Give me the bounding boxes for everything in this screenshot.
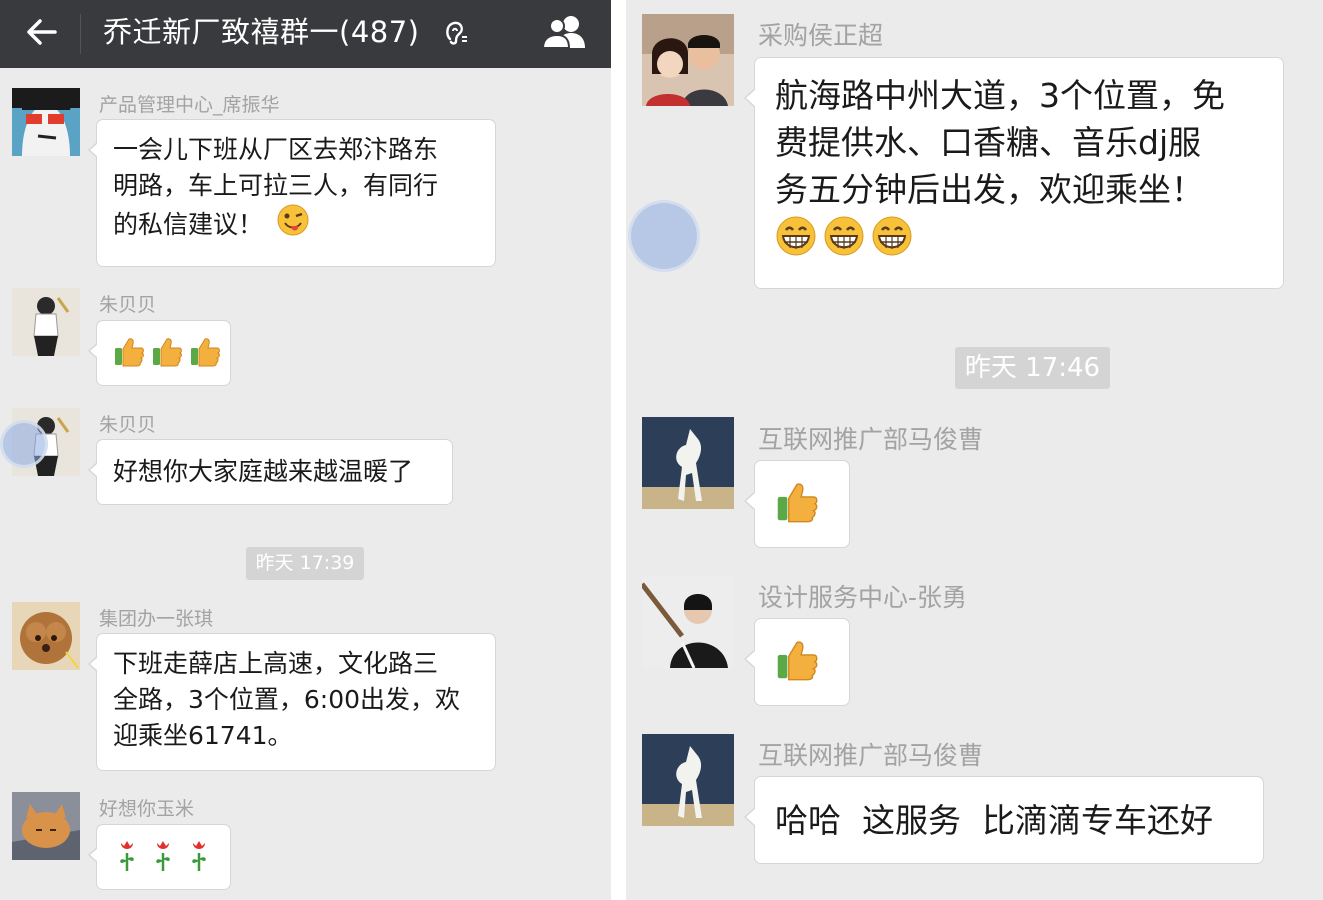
sender-name: 设计服务中心-张勇 [758, 583, 968, 612]
message-text-line: 费提供水、口香糖、音乐dj服 [775, 123, 1202, 162]
message-text: 好想你大家庭越来越温暖了 [113, 457, 414, 486]
message-bubble[interactable]: 好想你大家庭越来越温暖了 [88, 439, 453, 505]
message-bubble[interactable]: 哈哈 这服务 比滴滴专车还好 [744, 776, 1264, 864]
sender-name: 朱贝贝 [99, 414, 157, 436]
sender-name: 产品管理中心_席振华 [99, 94, 280, 116]
message-text-line: 下班走薛店上高速，文化路三 [113, 649, 439, 678]
sender-name: 好想你玉米 [99, 798, 195, 820]
avatar[interactable] [12, 288, 80, 356]
message-text-line: 的私信建议！ [113, 210, 264, 239]
grinning-face-emoji [775, 215, 817, 257]
chat-header: 乔迁新厂致禧群一(487) [0, 0, 611, 68]
winking-tongue-face-emoji [277, 204, 309, 246]
thumbs-up-emoji [189, 335, 221, 367]
thumbs-up-emoji [775, 479, 819, 523]
thumbs-up-emoji [775, 637, 819, 681]
avatar[interactable] [12, 88, 80, 156]
rose-emoji [185, 839, 213, 871]
grinning-face-emoji [871, 215, 913, 257]
thumbs-up-emoji [151, 335, 183, 367]
grinning-face-emoji [823, 215, 865, 257]
sender-name: 朱贝贝 [99, 294, 157, 316]
sender-name: 集团办一张琪 [99, 608, 214, 630]
back-arrow-icon[interactable] [22, 12, 62, 52]
message-bubble[interactable] [88, 320, 231, 386]
sender-name: 互联网推广部马俊曹 [758, 425, 984, 454]
message-text-line: 一会儿下班从厂区去郑汴路东 [113, 135, 439, 164]
avatar[interactable] [12, 792, 80, 860]
floating-assist-button[interactable] [628, 200, 700, 272]
message-text-line: 迎乘坐61741。 [113, 721, 293, 750]
message-text-line: 航海路中州大道，3个位置，免 [775, 76, 1225, 115]
message-text-line: 明路，车上可拉三人，有同行 [113, 171, 439, 200]
header-divider [80, 14, 81, 54]
floating-assist-button[interactable] [0, 420, 48, 468]
timestamp-badge: 昨天 17:39 [246, 547, 364, 580]
rose-emoji [149, 839, 177, 871]
message-text: 哈哈 这服务 比滴滴专车还好 [775, 801, 1213, 840]
message-bubble[interactable] [744, 460, 850, 548]
message-bubble[interactable]: 下班走薛店上高速，文化路三 全路，3个位置，6:00出发，欢 迎乘坐61741。 [88, 633, 496, 771]
ear-mute-icon [440, 17, 470, 47]
timestamp-badge: 昨天 17:46 [955, 347, 1110, 389]
message-text-line: 务五分钟后出发，欢迎乘坐！ [775, 170, 1204, 209]
rose-emoji [113, 839, 141, 871]
message-bubble[interactable] [744, 618, 850, 706]
message-bubble[interactable] [88, 824, 231, 890]
chat-panel-left: 乔迁新厂致禧群一(487) 产品管理中心_席振华 一会儿下班从厂区去郑汴路东 明… [0, 0, 611, 900]
avatar[interactable] [642, 576, 734, 668]
avatar[interactable] [642, 417, 734, 509]
message-text-line: 全路，3个位置，6:00出发，欢 [113, 685, 461, 714]
avatar[interactable] [642, 14, 734, 106]
sender-name: 采购侯正超 [758, 21, 884, 50]
avatar[interactable] [642, 734, 734, 826]
group-members-icon[interactable] [540, 12, 588, 52]
chat-title: 乔迁新厂致禧群一(487) [103, 15, 420, 49]
avatar[interactable] [12, 602, 80, 670]
message-bubble[interactable]: 航海路中州大道，3个位置，免 费提供水、口香糖、音乐dj服 务五分钟后出发，欢迎… [744, 57, 1284, 289]
thumbs-up-emoji [113, 335, 145, 367]
message-bubble[interactable]: 一会儿下班从厂区去郑汴路东 明路，车上可拉三人，有同行 的私信建议！ [88, 119, 496, 267]
chat-panel-right: 采购侯正超 航海路中州大道，3个位置，免 费提供水、口香糖、音乐dj服 务五分钟… [626, 0, 1323, 900]
sender-name: 互联网推广部马俊曹 [758, 741, 984, 770]
